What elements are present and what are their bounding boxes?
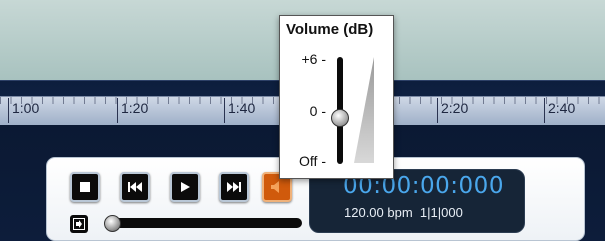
volume-level-wedge xyxy=(354,57,374,163)
volume-label-off: Off - xyxy=(299,153,326,169)
tempo-readout: 120.00 bpm xyxy=(344,205,413,220)
play-button[interactable] xyxy=(170,172,200,202)
position-slider-knob[interactable] xyxy=(104,215,121,232)
snap-button[interactable] xyxy=(70,215,88,233)
volume-popup-title: Volume (dB) xyxy=(286,21,374,38)
volume-label-zero: 0 - xyxy=(309,103,326,119)
snap-icon xyxy=(73,218,85,230)
ruler-label: 2:40 xyxy=(544,98,575,123)
speaker-icon xyxy=(271,181,279,193)
tempo-position-readout: 120.00 bpm 1|1|000 xyxy=(344,205,463,220)
ruler-label: 2:20 xyxy=(437,98,468,123)
volume-slider-knob[interactable] xyxy=(331,109,349,127)
skip-back-icon xyxy=(128,182,142,192)
rewind-button[interactable] xyxy=(120,172,150,202)
ruler-label: 1:40 xyxy=(224,98,255,123)
ruler-label: 1:00 xyxy=(8,98,39,123)
skip-forward-icon xyxy=(227,182,241,192)
ruler-label: 1:20 xyxy=(117,98,148,123)
stop-icon xyxy=(80,182,90,192)
fast-forward-button[interactable] xyxy=(219,172,249,202)
position-slider-track[interactable] xyxy=(106,218,302,228)
stop-button[interactable] xyxy=(70,172,100,202)
volume-label-max: +6 - xyxy=(301,51,326,67)
bar-beat-readout: 1|1|000 xyxy=(419,205,463,220)
play-icon xyxy=(181,182,190,192)
